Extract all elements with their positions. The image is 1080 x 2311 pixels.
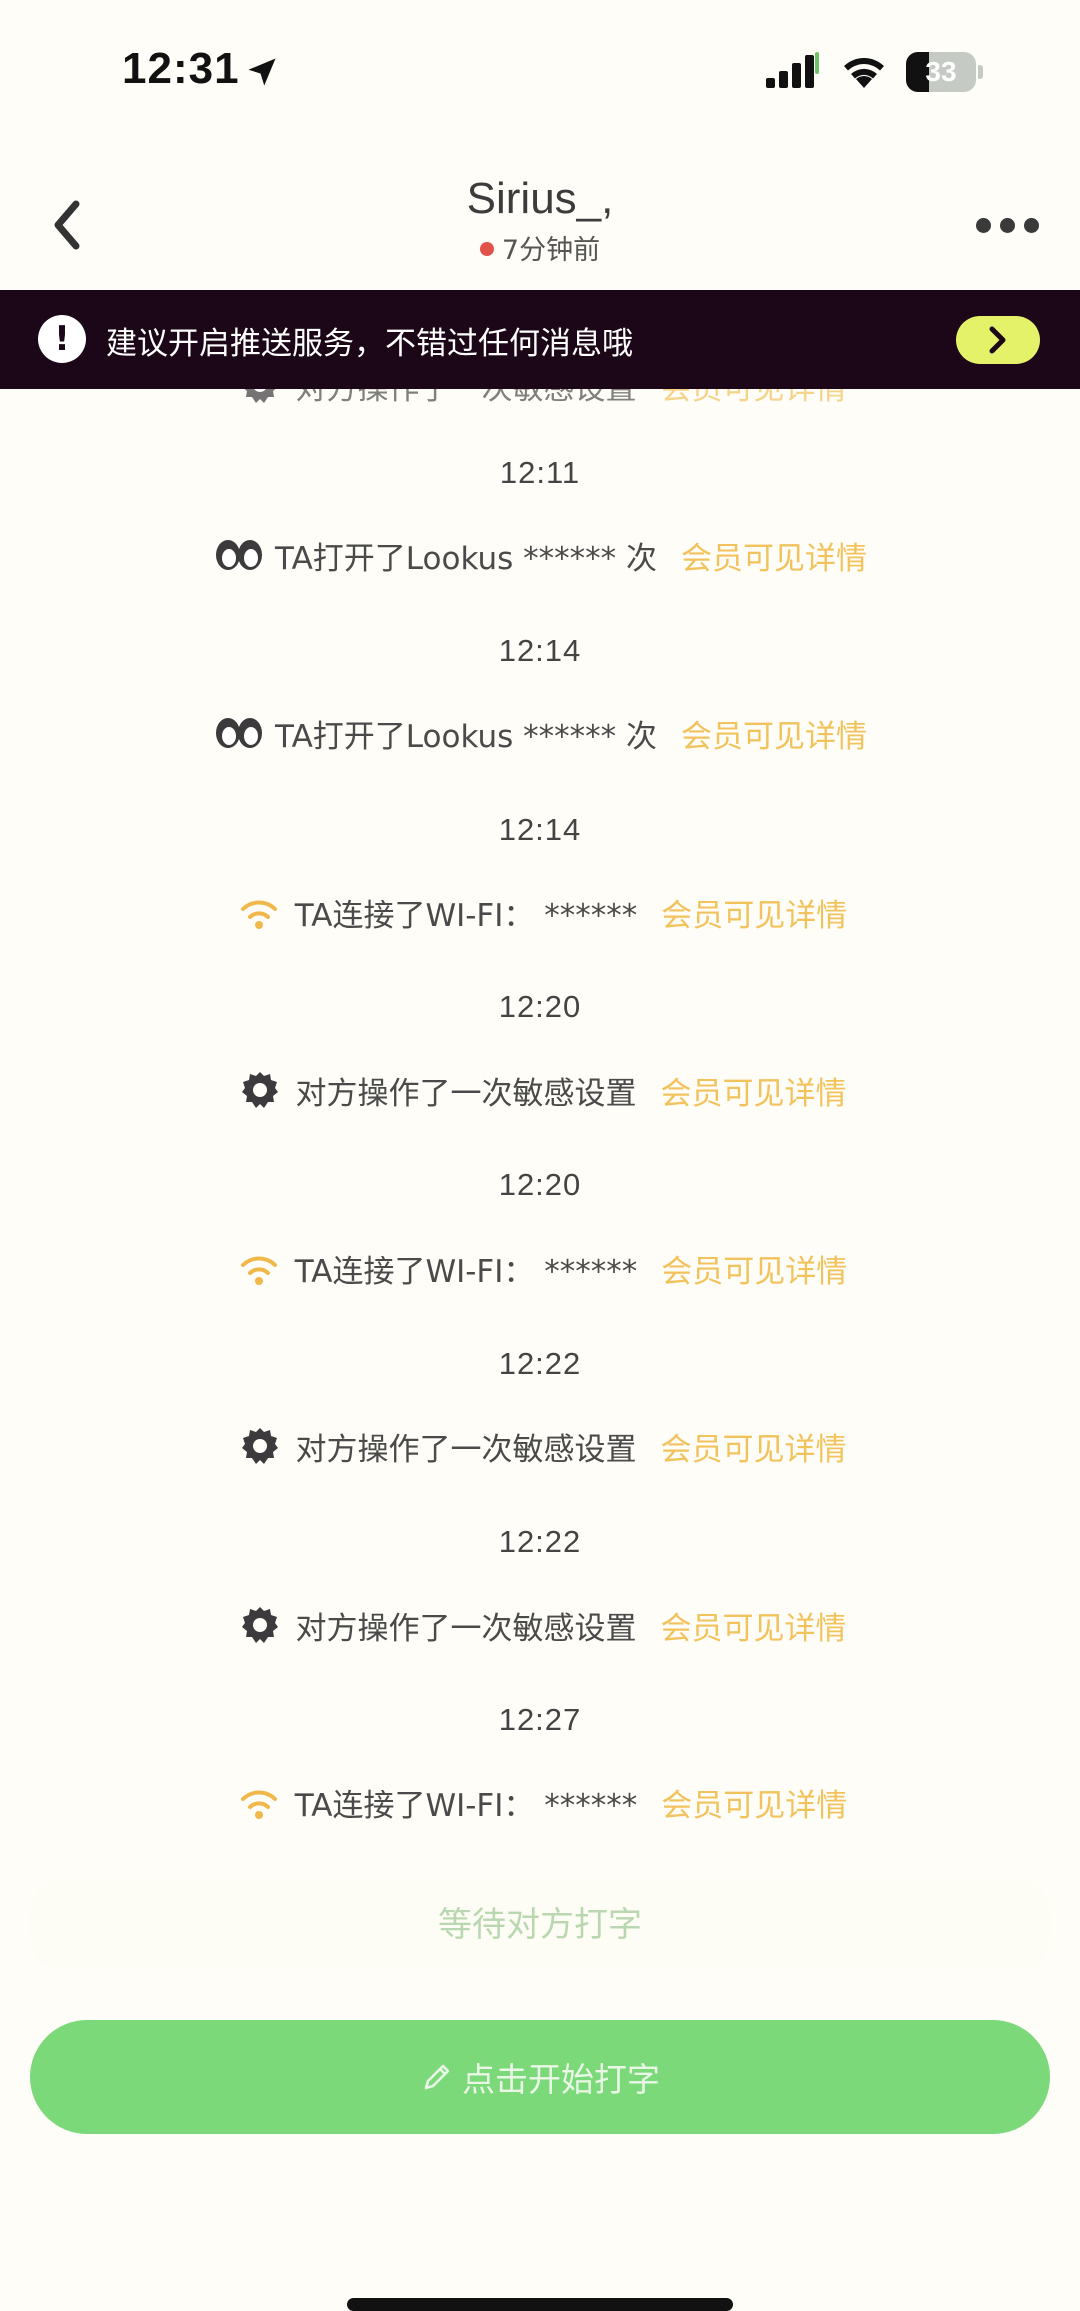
member-details-link[interactable]: 会员可见详情: [681, 711, 867, 756]
gear-icon: [234, 389, 286, 407]
enable-push-button[interactable]: [956, 316, 1040, 364]
timeline-event: 对方操作了一次敏感设置 会员可见详情: [0, 1416, 1080, 1476]
member-details-link[interactable]: 会员可见详情: [661, 1603, 847, 1648]
start-typing-label: 点击开始打字: [462, 2060, 660, 2099]
more-options-button[interactable]: [972, 208, 1044, 238]
timeline-event: TA连接了WI-FI： ****** 会员可见详情: [0, 1772, 1080, 1832]
event-text: 对方操作了一次敏感设置: [295, 1610, 637, 1647]
start-typing-button[interactable]: 点击开始打字: [30, 2020, 1050, 2134]
battery-percent: 33: [925, 56, 957, 87]
last-seen: 7分钟前: [0, 228, 1080, 267]
more-dot: [1000, 218, 1015, 233]
timeline-event: 对方操作了一次敏感设置 会员可见详情: [0, 1595, 1080, 1655]
event-text: TA打开了Lookus ****** 次: [275, 540, 657, 577]
eyes-icon: [213, 711, 265, 755]
wifi-icon: [233, 890, 285, 934]
timestamp: 12:20: [498, 989, 582, 1024]
chevron-right-icon: [989, 326, 1006, 354]
timeline-event: TA连接了WI-FI： ****** 会员可见详情: [0, 1238, 1080, 1298]
event-text: 对方操作了一次敏感设置: [295, 1431, 637, 1468]
home-indicator: [347, 2298, 733, 2311]
pencil-icon: [420, 2060, 454, 2094]
timeline-event: 对方操作了一次敏感设置 会员可见详情: [0, 1060, 1080, 1120]
more-dot: [976, 218, 991, 233]
battery-indicator: 33: [906, 52, 983, 92]
timeline-event: TA打开了Lookus ****** 次 会员可见详情: [0, 525, 1080, 585]
status-dot: [479, 241, 494, 256]
member-details-link[interactable]: 会员可见详情: [661, 890, 847, 935]
typing-status: 等待对方打字: [30, 1880, 1050, 1970]
gear-icon: [234, 1424, 286, 1468]
event-text: TA打开了Lookus ****** 次: [275, 718, 657, 755]
member-details-link[interactable]: 会员可见详情: [661, 1424, 847, 1469]
timeline-event: TA打开了Lookus ****** 次 会员可见详情: [0, 703, 1080, 763]
status-time: 12:31: [122, 44, 240, 93]
gear-icon: [234, 1068, 286, 1112]
notice-text: 建议开启推送服务，不错过任何消息哦: [106, 326, 633, 362]
member-details-link[interactable]: 会员可见详情: [661, 389, 847, 408]
status-bar: 12:31 33: [0, 0, 1080, 140]
location-arrow-icon: [248, 58, 276, 86]
member-details-link[interactable]: 会员可见详情: [681, 533, 867, 578]
exclamation-icon: !: [38, 315, 86, 363]
timestamp: 12:14: [498, 633, 582, 668]
member-details-link[interactable]: 会员可见详情: [661, 1068, 847, 1113]
cellular-signal-icon: [766, 52, 819, 88]
wifi-icon: [233, 1246, 285, 1290]
gear-icon: [234, 1603, 286, 1647]
wifi-status-icon: [844, 58, 884, 88]
last-seen-text: 7分钟前: [501, 235, 601, 266]
event-text: TA连接了WI-FI： ******: [294, 897, 638, 934]
event-text: 对方操作了一次敏感设置: [295, 1075, 637, 1112]
timestamp: 12:22: [498, 1524, 582, 1559]
timestamp: 12:20: [498, 1167, 582, 1202]
push-notification-banner[interactable]: ! 建议开启推送服务，不错过任何消息哦: [0, 290, 1080, 389]
eyes-icon: [213, 533, 265, 577]
member-details-link[interactable]: 会员可见详情: [661, 1246, 847, 1291]
timestamp: 12:22: [498, 1346, 582, 1381]
event-text: TA连接了WI-FI： ******: [294, 1253, 638, 1290]
timeline-event-partial: 对方操作了一次敏感设置 会员可见详情: [0, 389, 1080, 415]
event-text: TA连接了WI-FI： ******: [294, 1787, 638, 1824]
activity-timeline[interactable]: 对方操作了一次敏感设置 会员可见详情 12:11 TA打开了Lookus ***…: [0, 389, 1080, 1869]
contact-name: Sirius_,: [466, 174, 614, 223]
chat-header: Sirius_, 7分钟前: [0, 160, 1080, 290]
timestamp: 12:27: [498, 1702, 582, 1737]
member-details-link[interactable]: 会员可见详情: [661, 1780, 847, 1825]
wifi-icon: [233, 1780, 285, 1824]
event-text: 对方操作了一次敏感设置: [296, 389, 637, 408]
more-dot: [1024, 218, 1039, 233]
timeline-event: TA连接了WI-FI： ****** 会员可见详情: [0, 882, 1080, 942]
timestamp: 12:11: [499, 455, 581, 490]
timestamp: 12:14: [498, 812, 582, 847]
